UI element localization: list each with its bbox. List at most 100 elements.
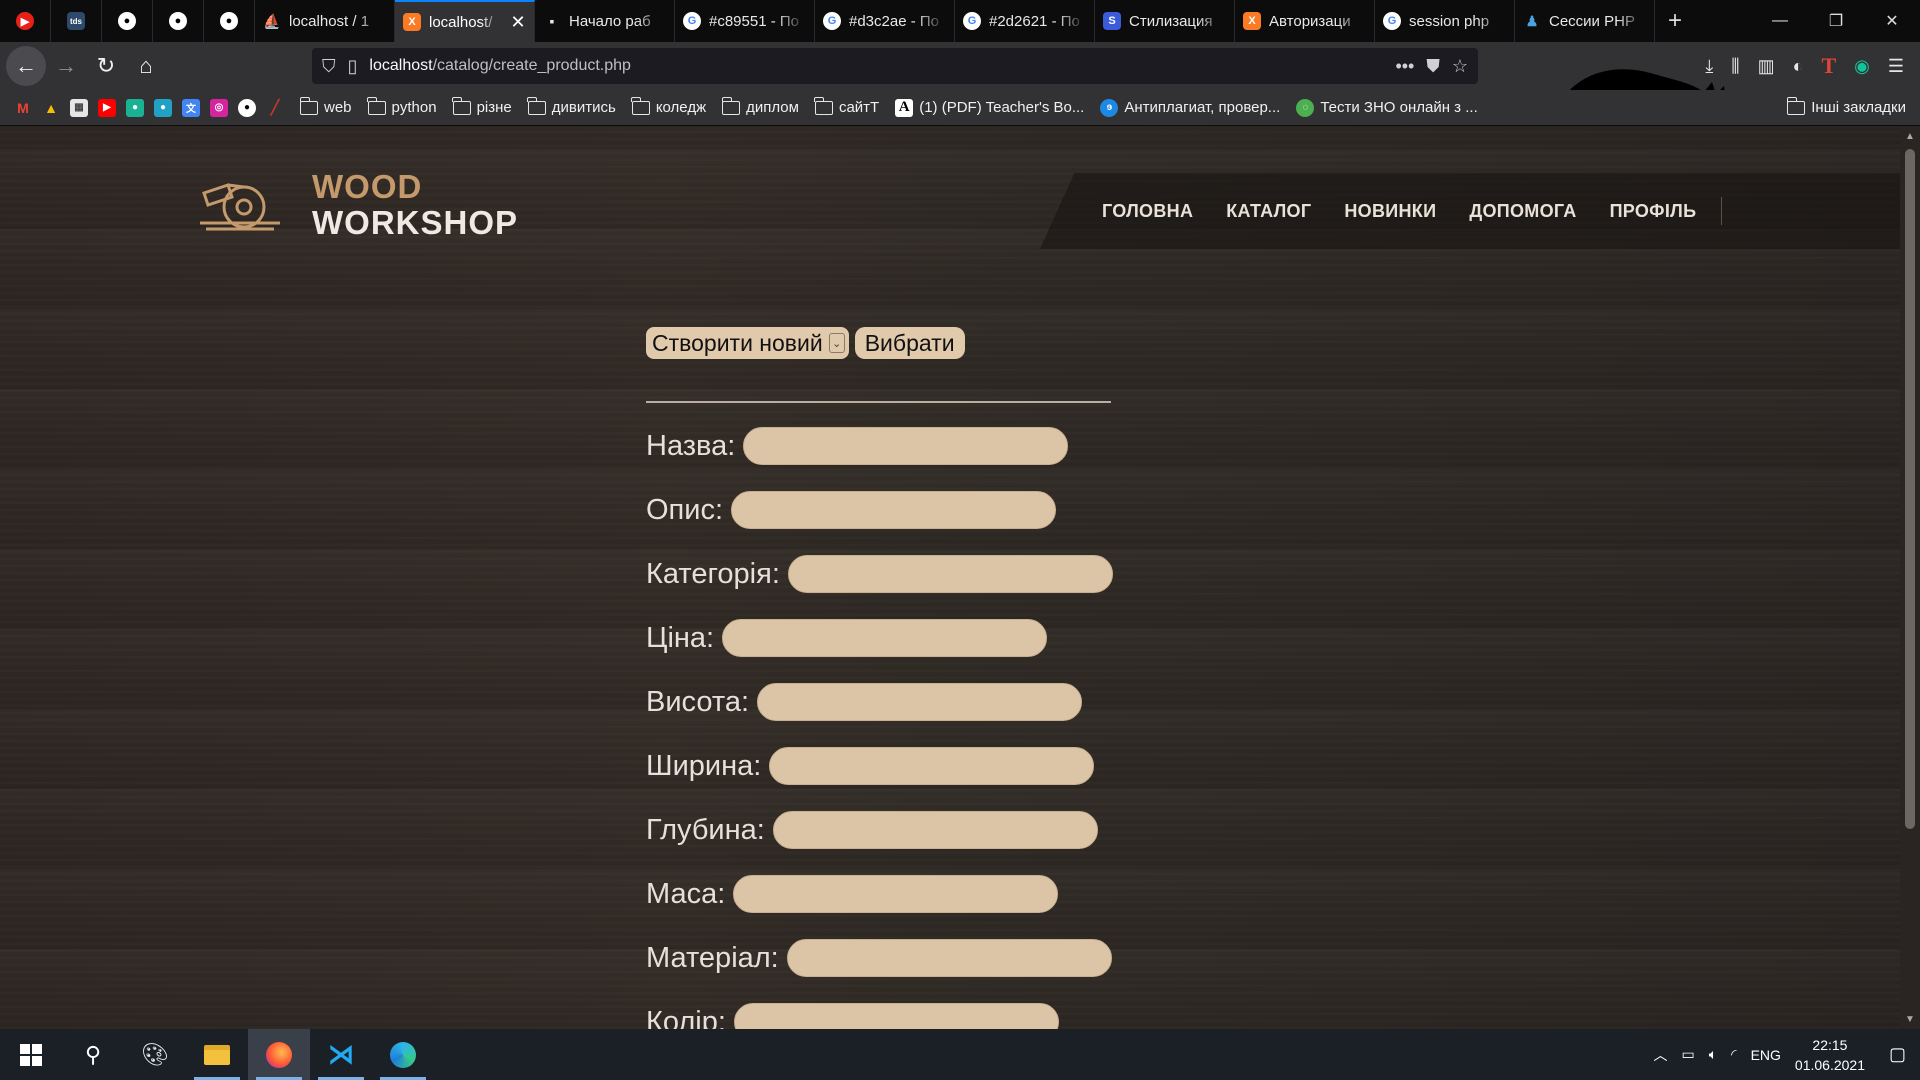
forward-button[interactable]: → (46, 46, 86, 86)
nav-help[interactable]: ДОПОМОГА (1469, 201, 1576, 222)
height-input[interactable] (757, 683, 1083, 721)
download-icon[interactable]: ⤓ (1705, 56, 1713, 77)
bookmark-teachers-book[interactable]: A (1) (PDF) Teacher's Bo... (895, 98, 1084, 117)
description-input[interactable] (731, 491, 1057, 529)
taskbar-file-explorer[interactable] (186, 1029, 248, 1080)
minimize-button[interactable]: — (1752, 0, 1808, 42)
close-tab-icon[interactable]: ✕ (510, 12, 526, 33)
mass-input[interactable] (733, 875, 1059, 913)
tab-google-d3c2ae[interactable]: G #d3c2ae - По (815, 0, 955, 42)
shield-icon[interactable]: ⛉ (322, 56, 336, 77)
url-text[interactable]: localhost/catalog/create_product.php (369, 57, 1383, 75)
back-button[interactable]: ← (6, 46, 46, 86)
category-input[interactable] (787, 555, 1113, 593)
pinned-tab-github-3[interactable]: ● (204, 0, 255, 42)
width-input[interactable] (769, 747, 1095, 785)
nav-news[interactable]: НОВИНКИ (1344, 201, 1436, 222)
notifications-icon[interactable]: ▢ (1889, 1044, 1906, 1065)
pinned-tab-tds[interactable]: tds (51, 0, 102, 42)
nav-profile[interactable]: ПРОФІЛЬ (1610, 201, 1697, 222)
tab-start-work[interactable]: ▪ Начало раб (535, 0, 675, 42)
bookmark-star-icon[interactable]: ☆ (1452, 56, 1468, 77)
pinned-tab-github-2[interactable]: ● (153, 0, 204, 42)
price-input[interactable] (722, 619, 1048, 657)
windows-taskbar: ⚲ 🎨︎ ⋊ ︿ ▭ 🔈︎ ◜ ENG 22:15 01.06.2021 ▢ (0, 1029, 1920, 1080)
field-width: Ширина: (646, 747, 1095, 785)
other-bookmarks[interactable]: Інші закладки (1786, 96, 1906, 116)
close-window-button[interactable]: ✕ (1864, 0, 1920, 42)
tab-google-2d2621[interactable]: G #2d2621 - По (955, 0, 1095, 42)
wifi-icon[interactable]: ◜ (1731, 1046, 1736, 1063)
youtube-icon[interactable]: ▶ (98, 98, 116, 117)
tab-localhost-active[interactable]: X localhost/ ✕ (395, 0, 535, 42)
tab-session-php[interactable]: G session php (1375, 0, 1515, 42)
depth-input[interactable] (772, 811, 1098, 849)
docs-icon[interactable]: ▦ (70, 98, 88, 117)
tab-sessions-php[interactable]: ♟ Сессии PHP (1515, 0, 1655, 42)
taskbar-edge[interactable] (372, 1029, 434, 1080)
pinned-tab-github-1[interactable]: ● (102, 0, 153, 42)
translate-icon[interactable]: 文 (182, 98, 200, 117)
taskbar-paint[interactable]: 🎨︎ (124, 1029, 186, 1080)
bookmark-label: різне (476, 99, 512, 116)
library-icon[interactable]: ⫼ (1731, 56, 1739, 77)
github-icon[interactable]: ● (238, 98, 256, 117)
name-input[interactable] (743, 427, 1069, 465)
bookmark-folder-dyvytys[interactable]: дивитись (527, 96, 616, 116)
choose-button[interactable]: Вибрати (854, 327, 965, 359)
bookmark-folder-koledzh[interactable]: коледж (631, 96, 706, 116)
new-tab-button[interactable]: + (1655, 0, 1695, 42)
field-label: Назва: (646, 429, 736, 462)
grammarly-icon[interactable]: ◉ (1854, 56, 1870, 77)
show-hidden-icons-icon[interactable]: ︿ (1654, 1045, 1668, 1065)
scroll-up-icon[interactable]: ▲ (1905, 131, 1915, 142)
volume-icon[interactable]: 🔈︎ (1709, 1046, 1717, 1063)
tab-stylization[interactable]: S Стилизация (1095, 0, 1235, 42)
pinned-tab-youtube-music[interactable]: ▶ (0, 0, 51, 42)
gmail-icon[interactable]: M (14, 99, 32, 117)
bookmark-zno-tests[interactable]: ◌ Тести ЗНО онлайн з ... (1296, 98, 1478, 117)
scroll-down-icon[interactable]: ▼ (1905, 1014, 1915, 1025)
tab-authorization[interactable]: X Авторизаци (1235, 0, 1375, 42)
extension-t-icon[interactable]: T (1821, 53, 1836, 79)
page-scrollbar[interactable]: ▲ ▼ (1900, 127, 1920, 1029)
clock[interactable]: 22:15 01.06.2021 (1795, 1035, 1865, 1075)
battery-icon[interactable]: ▭ (1682, 1046, 1695, 1063)
bookmark-folder-dyplom[interactable]: диплом (721, 96, 799, 116)
bookmark-folder-web[interactable]: web (299, 96, 352, 116)
app-green-icon[interactable]: ● (126, 98, 144, 117)
home-button[interactable]: ⌂ (126, 46, 166, 86)
url-host: localhost (369, 57, 433, 74)
google-drive-icon[interactable]: ▲ (42, 99, 60, 117)
site-logo[interactable]: WOOD WORKSHOP (198, 169, 518, 241)
pocket-icon[interactable]: ⛊ (1426, 56, 1440, 77)
start-button[interactable] (0, 1029, 62, 1080)
page-actions-icon[interactable]: ••• (1395, 56, 1414, 77)
sidebar-icon[interactable]: ▥ (1758, 56, 1775, 77)
color-input[interactable] (733, 1003, 1059, 1029)
app-teal-icon[interactable]: ● (154, 98, 172, 117)
menu-icon[interactable]: ☰ (1888, 56, 1904, 77)
reload-button[interactable]: ↻ (86, 46, 126, 86)
material-input[interactable] (786, 939, 1112, 977)
pen-icon[interactable]: ╱ (266, 99, 284, 117)
taskbar-firefox[interactable] (248, 1029, 310, 1080)
tab-google-c89551[interactable]: G #c89551 - По (675, 0, 815, 42)
tab-localhost-phpmyadmin[interactable]: ⛵ localhost / 1 (255, 0, 395, 42)
scrollbar-thumb[interactable] (1905, 149, 1915, 829)
search-button[interactable]: ⚲ (62, 1029, 124, 1080)
nav-catalog[interactable]: КАТАЛОГ (1226, 201, 1311, 222)
arrow-right-icon: → (55, 53, 77, 78)
extension-l-icon[interactable]: ◐ (1793, 56, 1804, 77)
product-mode-select[interactable]: Створити новий ⌄ (646, 327, 849, 359)
bookmark-antiplagiat[interactable]: ɘ Антиплагиат, провер... (1100, 98, 1280, 117)
nav-home[interactable]: ГОЛОВНА (1102, 201, 1193, 222)
language-indicator[interactable]: ENG (1751, 1047, 1781, 1063)
address-bar[interactable]: ⛉ ▯ localhost/catalog/create_product.php… (312, 48, 1478, 84)
bookmark-folder-saitt[interactable]: сайтТ (814, 96, 879, 116)
restore-button[interactable]: ❐ (1808, 0, 1864, 42)
instagram-icon[interactable]: ◎ (210, 98, 228, 117)
bookmark-folder-rizne[interactable]: різне (452, 96, 512, 116)
taskbar-vscode[interactable]: ⋊ (310, 1029, 372, 1080)
bookmark-folder-python[interactable]: python (367, 96, 437, 116)
